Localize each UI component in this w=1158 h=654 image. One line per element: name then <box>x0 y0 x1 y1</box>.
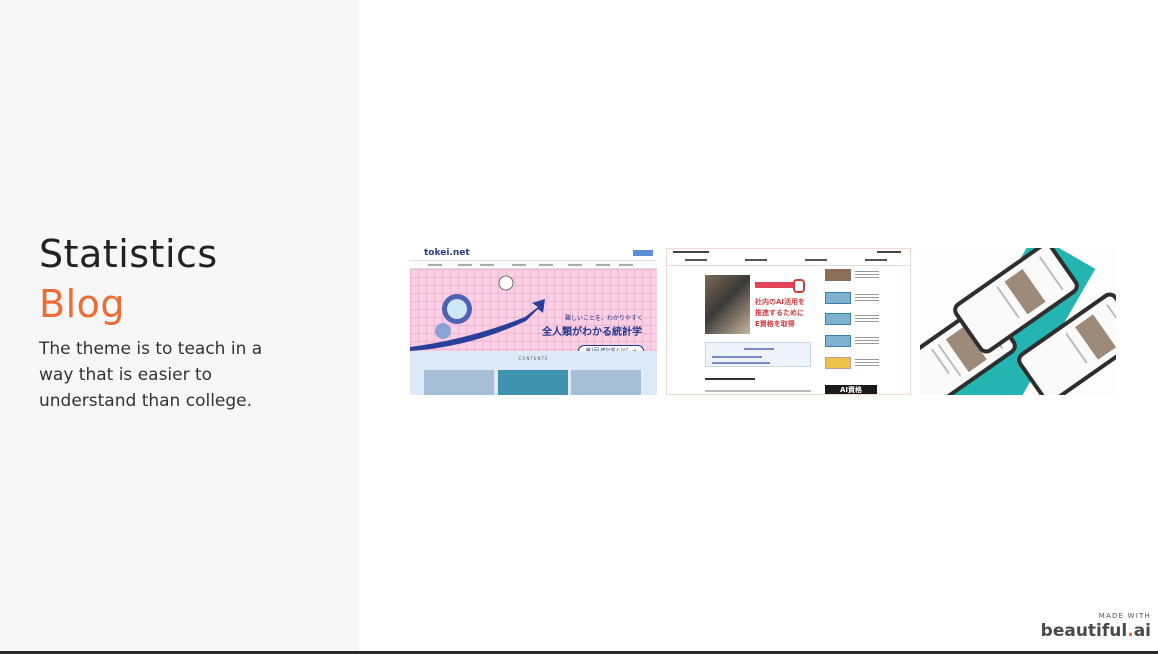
ai-qualification-badge: AI資格 <box>825 385 877 394</box>
tokei-content-card <box>424 370 494 395</box>
article-headline: 社内のAI活用を 推進するために E資格を取得 <box>755 298 806 328</box>
tokei-contents-label: CONTENTS <box>518 356 549 361</box>
screenshot-ai-article: 社内のAI活用を 推進するために E資格を取得 AI資格 <box>666 248 911 395</box>
tokei-hero-banner: 難しいことを、わかりやすく 全人類がわかる統計学 第1回 統計学とは？ → <box>410 269 657 357</box>
article-body-text <box>705 390 811 392</box>
tokei-content-card <box>571 370 641 395</box>
made-with-credit[interactable]: MADE WITH beautiful.ai <box>1041 612 1151 641</box>
tokei-content-card <box>498 370 568 395</box>
rising-arrow-illustration <box>410 275 545 351</box>
article-tag <box>755 282 795 288</box>
article-photo <box>705 275 750 334</box>
tokei-headline: 全人類がわかる統計学 <box>542 327 642 338</box>
screenshot-tokei-net: tokei.net 難しいことを、わかりやすく 全人類がわかる統計学 第1回 統… <box>410 248 657 395</box>
tokei-contents-section: CONTENTS <box>410 351 657 395</box>
e-certification-icon <box>793 279 805 293</box>
tokei-logo: tokei.net <box>424 248 470 258</box>
article-nav-bar <box>667 256 910 266</box>
title-line-2: Blog <box>39 282 125 326</box>
tokei-subheadline: 難しいことを、わかりやすく <box>565 315 644 322</box>
tokei-header-button <box>633 250 653 256</box>
slide-description: The theme is to teach in a way that is e… <box>39 339 263 411</box>
left-panel: Statistics Blog The theme is to teach in… <box>0 0 359 651</box>
beautiful-ai-logo: beautiful.ai <box>1040 621 1151 641</box>
article-subheading <box>705 378 755 380</box>
screenshot-phone-mockups <box>920 248 1116 395</box>
tokei-nav-bar <box>410 260 657 269</box>
article-table-of-contents <box>705 342 811 367</box>
slide-title: Statistics Blog <box>39 229 218 329</box>
made-with-label: MADE WITH <box>1098 612 1151 620</box>
article-top-bar <box>667 249 910 255</box>
title-line-1: Statistics <box>39 232 218 276</box>
